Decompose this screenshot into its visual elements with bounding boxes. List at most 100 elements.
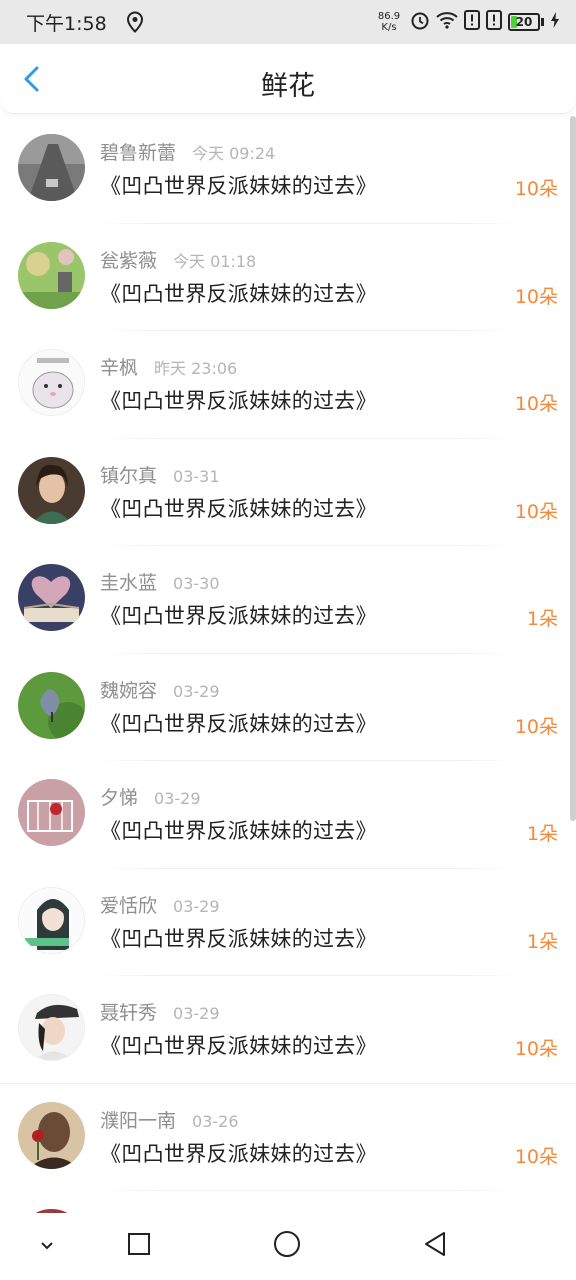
flower-count: 10朵: [514, 285, 558, 308]
sim-alert-icon: [464, 10, 480, 34]
avatar[interactable]: [18, 886, 85, 954]
status-time: 下午1:58: [26, 12, 107, 35]
header-bar: 鲜花: [0, 44, 576, 114]
book-title[interactable]: 《凹凸世界反派妹妹的过去》: [100, 600, 377, 630]
timestamp: 03-30: [173, 574, 220, 593]
book-title[interactable]: 《凹凸世界反派妹妹的过去》: [100, 1138, 377, 1168]
flower-count: 10朵: [514, 1145, 558, 1168]
avatar[interactable]: [18, 134, 85, 201]
user-name[interactable]: 瓮紫薇: [100, 246, 157, 273]
timestamp: 03-29: [154, 789, 201, 808]
timestamp: 03-31: [173, 466, 220, 486]
timestamp: 03-29: [173, 896, 220, 916]
book-title[interactable]: 《凹凸世界反派妹妹的过去》: [100, 493, 377, 523]
charging-bolt-icon: [550, 11, 560, 33]
scrollbar[interactable]: [570, 116, 576, 821]
flower-count: 10朵: [514, 1038, 558, 1060]
list-item[interactable]: 濮阳一南 03-26 《凹凸世界反派妹妹的过去》 10朵: [0, 1084, 576, 1191]
battery-cap: [541, 18, 544, 26]
book-title[interactable]: 《凹凸世界反派妹妹的过去》: [100, 1030, 377, 1060]
wifi-icon: [436, 11, 458, 33]
book-title[interactable]: 《凹凸世界反派妹妹的过去》: [100, 385, 377, 415]
sim-alert-icon: [486, 10, 502, 34]
book-title[interactable]: 《凹凸世界反派妹妹的过去》: [100, 815, 377, 845]
nav-home-button[interactable]: [272, 1231, 302, 1261]
status-icons: 86.9 K/s 20: [374, 10, 560, 34]
list-item[interactable]: 魏婉容 03-29 《凹凸世界反派妹妹的过去》 10朵: [0, 654, 576, 761]
flower-count: 10朵: [514, 715, 558, 738]
flower-record-list[interactable]: 碧鲁新蕾 今天 09:24 《凹凸世界反派妹妹的过去》 10朵 瓮紫薇 今天 0…: [0, 116, 576, 1213]
system-navigation-bar: [0, 1213, 576, 1280]
book-title[interactable]: 《凹凸世界反派妹妹的过去》: [100, 278, 377, 308]
list-item[interactable]: 聂轩秀 03-29 《凹凸世界反派妹妹的过去》 10朵: [0, 976, 576, 1084]
avatar[interactable]: [18, 994, 85, 1061]
list-item[interactable]: 碧鲁新蕾 今天 09:24 《凹凸世界反派妹妹的过去》 10朵: [0, 116, 576, 224]
list-item[interactable]: 夕悌 03-29 《凹凸世界反派妹妹的过去》 1朵: [0, 761, 576, 869]
triangle-back-icon: [422, 1230, 448, 1262]
item-header: 瓮紫薇 今天 01:18: [100, 246, 256, 273]
book-title[interactable]: 《凹凸世界反派妹妹的过去》: [100, 923, 377, 953]
chevron-down-icon: [38, 1237, 56, 1256]
item-header: 辛枫 昨天 23:06: [100, 353, 237, 380]
network-speed-unit: K/s: [381, 22, 397, 33]
network-speed: 86.9 K/s: [374, 11, 404, 33]
avatar[interactable]: [18, 456, 85, 524]
flower-count: 10朵: [514, 500, 558, 523]
flower-count: 10朵: [514, 178, 558, 200]
list-item[interactable]: 镇尔真 03-31 《凹凸世界反派妹妹的过去》 10朵: [0, 439, 576, 546]
user-name[interactable]: 濮阳一南: [100, 1106, 176, 1133]
item-header: 碧鲁新蕾 今天 09:24: [100, 138, 275, 165]
list-item[interactable]: 瓮紫薇 今天 01:18 《凹凸世界反派妹妹的过去》 10朵: [0, 224, 576, 331]
nav-back-button[interactable]: [420, 1231, 450, 1261]
user-name[interactable]: 夕悌: [100, 783, 138, 810]
status-bar: 下午1:58 86.9 K/s 20: [0, 0, 576, 44]
timestamp: 昨天 23:06: [154, 359, 238, 378]
user-name[interactable]: 碧鲁新蕾: [100, 138, 176, 165]
item-header: 聂轩秀 03-29: [100, 998, 220, 1025]
avatar[interactable]: [18, 564, 85, 631]
avatar[interactable]: [18, 349, 85, 416]
flower-count: 10朵: [514, 393, 558, 415]
timestamp: 今天 09:24: [192, 144, 276, 163]
battery-body: 20: [508, 13, 540, 31]
battery-level-text: 20: [515, 15, 533, 29]
user-name[interactable]: 辛枫: [100, 353, 138, 380]
user-name[interactable]: 魏婉容: [100, 676, 157, 703]
flower-count: 1朵: [526, 930, 558, 953]
book-title[interactable]: 《凹凸世界反派妹妹的过去》: [100, 708, 377, 738]
timestamp: 今天 01:18: [173, 251, 257, 271]
item-header: 夕悌 03-29: [100, 783, 201, 810]
square-icon: [126, 1231, 152, 1261]
list-item[interactable]: 爱恬欣 03-29 《凹凸世界反派妹妹的过去》 1朵: [0, 869, 576, 976]
user-name[interactable]: 聂轩秀: [100, 998, 157, 1025]
avatar[interactable]: [18, 779, 85, 846]
battery-indicator: 20: [508, 13, 544, 31]
list-item[interactable]: 圭水蓝 03-30 《凹凸世界反派妹妹的过去》 1朵: [0, 546, 576, 654]
user-name[interactable]: 爱恬欣: [100, 891, 157, 918]
item-header: 濮阳一南 03-26: [100, 1106, 239, 1133]
avatar[interactable]: [18, 671, 85, 739]
avatar[interactable]: [18, 1101, 85, 1169]
nav-recent-button[interactable]: [124, 1231, 154, 1261]
nav-collapse-button[interactable]: [32, 1231, 62, 1261]
circle-icon: [272, 1229, 302, 1263]
list-item[interactable]: [0, 1191, 576, 1213]
item-header: 爱恬欣 03-29: [100, 891, 220, 918]
user-name[interactable]: 圭水蓝: [100, 568, 157, 595]
item-header: 圭水蓝 03-30: [100, 568, 220, 595]
avatar[interactable]: [18, 241, 85, 309]
flower-count: 1朵: [526, 823, 558, 845]
timestamp: 03-29: [173, 1004, 220, 1023]
location-pin-icon: [125, 11, 145, 33]
item-header: 镇尔真 03-31: [100, 461, 220, 488]
timestamp: 03-29: [173, 681, 220, 701]
list-item[interactable]: 辛枫 昨天 23:06 《凹凸世界反派妹妹的过去》 10朵: [0, 331, 576, 439]
flower-count: 1朵: [526, 608, 558, 630]
timestamp: 03-26: [192, 1111, 239, 1131]
network-speed-value: 86.9: [377, 11, 401, 22]
book-title[interactable]: 《凹凸世界反派妹妹的过去》: [100, 170, 377, 200]
alarm-icon: [410, 10, 430, 34]
page-title: 鲜花: [261, 71, 315, 102]
user-name[interactable]: 镇尔真: [100, 461, 157, 488]
item-header: 魏婉容 03-29: [100, 676, 220, 703]
